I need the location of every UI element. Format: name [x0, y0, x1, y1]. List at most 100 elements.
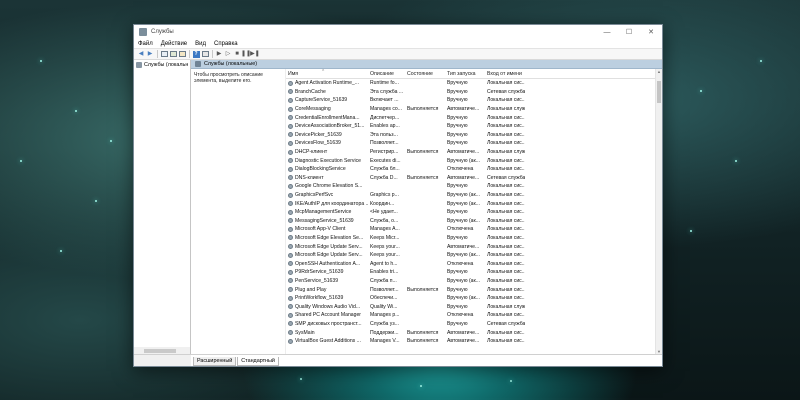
- service-name: P9RdrService_51639: [295, 269, 344, 276]
- service-name-cell: P9RdrService_51639: [286, 269, 368, 275]
- service-name: VirtualBox Guest Additions ...: [295, 338, 361, 345]
- start-icon[interactable]: ▶: [215, 50, 223, 58]
- menu-action[interactable]: Действие: [161, 41, 187, 47]
- table-row[interactable]: BranchCache Эта служба ... Вручную Сетевая …: [286, 88, 662, 97]
- start-alt-icon[interactable]: ▷: [224, 50, 232, 58]
- service-description: Эта служба ...: [370, 88, 404, 95]
- table-row[interactable]: DevicePicker_51639 Эта польз... Вручную Лок…: [286, 131, 662, 140]
- vertical-scrollbar[interactable]: ▲ ▼: [655, 69, 662, 354]
- service-name-cell: Google Chrome Elevation S...: [286, 183, 368, 189]
- table-row[interactable]: DevicesFlow_51639 Позволяет... Вручную Лока…: [286, 139, 662, 148]
- tab-extended[interactable]: Расширенный: [193, 357, 237, 366]
- scroll-up-icon[interactable]: ▲: [656, 69, 662, 74]
- service-startup-type: Вручную: [447, 131, 468, 138]
- services-icon: [195, 61, 201, 67]
- service-log-on-as: Локальная сис...: [487, 80, 525, 87]
- service-log-on-as: Локальная сис...: [487, 140, 525, 147]
- table-row[interactable]: SMP дисковых пространст... Служба уз... Вр…: [286, 320, 662, 329]
- table-row[interactable]: IKE/AuthIP для координатора ... Координ..…: [286, 199, 662, 208]
- service-log-on-as: Локальная сис...: [487, 183, 525, 190]
- pause-icon[interactable]: ❚❚: [241, 50, 251, 58]
- services-app-icon: [139, 28, 147, 36]
- service-name-cell: DeviceAssociationBroker_51...: [286, 123, 368, 129]
- table-row[interactable]: DHCP-клиент Регистрир... Выполняется Автома…: [286, 148, 662, 157]
- tab-standard[interactable]: Стандартный: [237, 357, 279, 366]
- service-name: DeviceAssociationBroker_51...: [295, 123, 365, 130]
- console-tree: Службы (локальн: [134, 60, 191, 354]
- service-name: Agent Activation Runtime_...: [295, 80, 359, 87]
- menu-view[interactable]: Вид: [195, 41, 206, 47]
- gear-icon: [288, 166, 293, 172]
- table-row[interactable]: OpenSSH Authentication A... Agent to h...…: [286, 259, 662, 268]
- service-name: DevicePicker_51639: [295, 131, 342, 138]
- table-row[interactable]: DeviceAssociationBroker_51... Enables ap.…: [286, 122, 662, 131]
- tree-horizontal-scrollbar[interactable]: [134, 347, 190, 354]
- maximize-button[interactable]: ☐: [618, 25, 640, 39]
- column-name[interactable]: Имя: [286, 71, 368, 78]
- table-row[interactable]: DialogBlockingService Служба бл... Отключе…: [286, 165, 662, 174]
- service-startup-type: Вручную: [447, 88, 468, 95]
- column-status[interactable]: Состояние: [405, 71, 445, 78]
- table-row[interactable]: PenService_51639 Служба п... Вручную (ак..…: [286, 277, 662, 286]
- table-row[interactable]: McpManagementService <Не удает... Вручную Л…: [286, 208, 662, 217]
- restart-icon[interactable]: ▶❚: [250, 50, 260, 58]
- column-log-on-as[interactable]: Вход от имени: [485, 71, 525, 78]
- table-row[interactable]: Plug and Play Позволяет... Выполняется Вруч…: [286, 285, 662, 294]
- column-description[interactable]: Описание: [368, 71, 405, 78]
- service-startup-type: Вручную: [447, 234, 468, 241]
- service-name-cell: Microsoft Edge Update Serv...: [286, 252, 368, 258]
- scroll-thumb[interactable]: [657, 81, 661, 103]
- table-row[interactable]: Agent Activation Runtime_... Runtime fo..…: [286, 79, 662, 88]
- console-tree-icon[interactable]: [160, 50, 168, 58]
- service-name: PenService_51639: [295, 277, 339, 284]
- table-row[interactable]: Microsoft Edge Elevation Se... Keeps Micr…: [286, 234, 662, 243]
- service-name-cell: Plug and Play: [286, 287, 368, 293]
- table-row[interactable]: Microsoft App-V Client Manages A... Отключ…: [286, 225, 662, 234]
- stop-icon[interactable]: ■: [233, 50, 241, 58]
- table-row[interactable]: CoreMessaging Manages co... Выполняется Авт…: [286, 105, 662, 114]
- help-icon[interactable]: ?: [192, 50, 200, 58]
- service-name-cell: Microsoft App-V Client: [286, 226, 368, 232]
- service-name: Microsoft Edge Update Serv...: [295, 243, 363, 250]
- gear-icon: [288, 312, 293, 318]
- service-description: Graphics p...: [370, 192, 399, 199]
- minimize-button[interactable]: —: [596, 25, 618, 39]
- table-row[interactable]: GraphicsPerfSvc Graphics p... Вручную (ак.…: [286, 191, 662, 200]
- table-row[interactable]: Shared PC Account Manager Manages p... Отк…: [286, 311, 662, 320]
- gear-icon: [288, 209, 293, 215]
- menu-file[interactable]: Файл: [138, 41, 153, 47]
- service-startup-type: Автоматиче...: [447, 243, 480, 250]
- export-icon[interactable]: [178, 50, 186, 58]
- description-panel: Чтобы просмотреть описание элемента, выд…: [191, 69, 286, 354]
- gear-icon: [288, 192, 293, 198]
- service-startup-type: Отключена: [447, 260, 474, 267]
- table-row[interactable]: Google Chrome Elevation S... Вручную Локал…: [286, 182, 662, 191]
- rows-container: Agent Activation Runtime_... Runtime fo..…: [286, 79, 662, 345]
- column-startup-type[interactable]: Тип запуска: [445, 71, 485, 78]
- table-row[interactable]: SysMain Поддержи... Выполняется Автоматиче.…: [286, 328, 662, 337]
- table-row[interactable]: PrintWorkflow_51639 Обеспечи... Вручную (а…: [286, 294, 662, 303]
- back-icon[interactable]: ◀: [137, 50, 145, 58]
- menu-help[interactable]: Справка: [214, 41, 238, 47]
- table-row[interactable]: P9RdrService_51639 Enables tri... Вручную Л…: [286, 268, 662, 277]
- close-button[interactable]: ✕: [640, 25, 662, 39]
- service-description: Служба п...: [370, 277, 397, 284]
- forward-icon[interactable]: ▶: [146, 50, 154, 58]
- table-row[interactable]: MessagingService_51639 Служба, о... Вручну…: [286, 217, 662, 226]
- table-row[interactable]: Microsoft Edge Update Serv... Keeps your.…: [286, 251, 662, 260]
- tree-item-services-local[interactable]: Службы (локальн: [134, 60, 190, 69]
- table-row[interactable]: CredentialEnrollmentMana... Диспетчер... В…: [286, 113, 662, 122]
- service-name-cell: DNS-клиент: [286, 175, 368, 181]
- table-row[interactable]: CaptureService_51639 Включает ... Вручную Л…: [286, 96, 662, 105]
- table-row[interactable]: Diagnostic Execution Service Executes di.…: [286, 156, 662, 165]
- table-row[interactable]: Quality Windows Audio Vid... Quality Wi..…: [286, 302, 662, 311]
- service-name: DHCP-клиент: [295, 149, 328, 156]
- table-row[interactable]: DNS-клиент Служба D... Выполняется Автомати…: [286, 174, 662, 183]
- properties-icon[interactable]: [201, 50, 209, 58]
- table-row[interactable]: VirtualBox Guest Additions ... Manages V.…: [286, 337, 662, 346]
- gear-icon: [288, 338, 293, 344]
- refresh-icon[interactable]: [169, 50, 177, 58]
- service-log-on-as: Локальная сис...: [487, 97, 525, 104]
- service-log-on-as: Локальная сис...: [487, 157, 525, 164]
- table-row[interactable]: Microsoft Edge Update Serv... Keeps your.…: [286, 242, 662, 251]
